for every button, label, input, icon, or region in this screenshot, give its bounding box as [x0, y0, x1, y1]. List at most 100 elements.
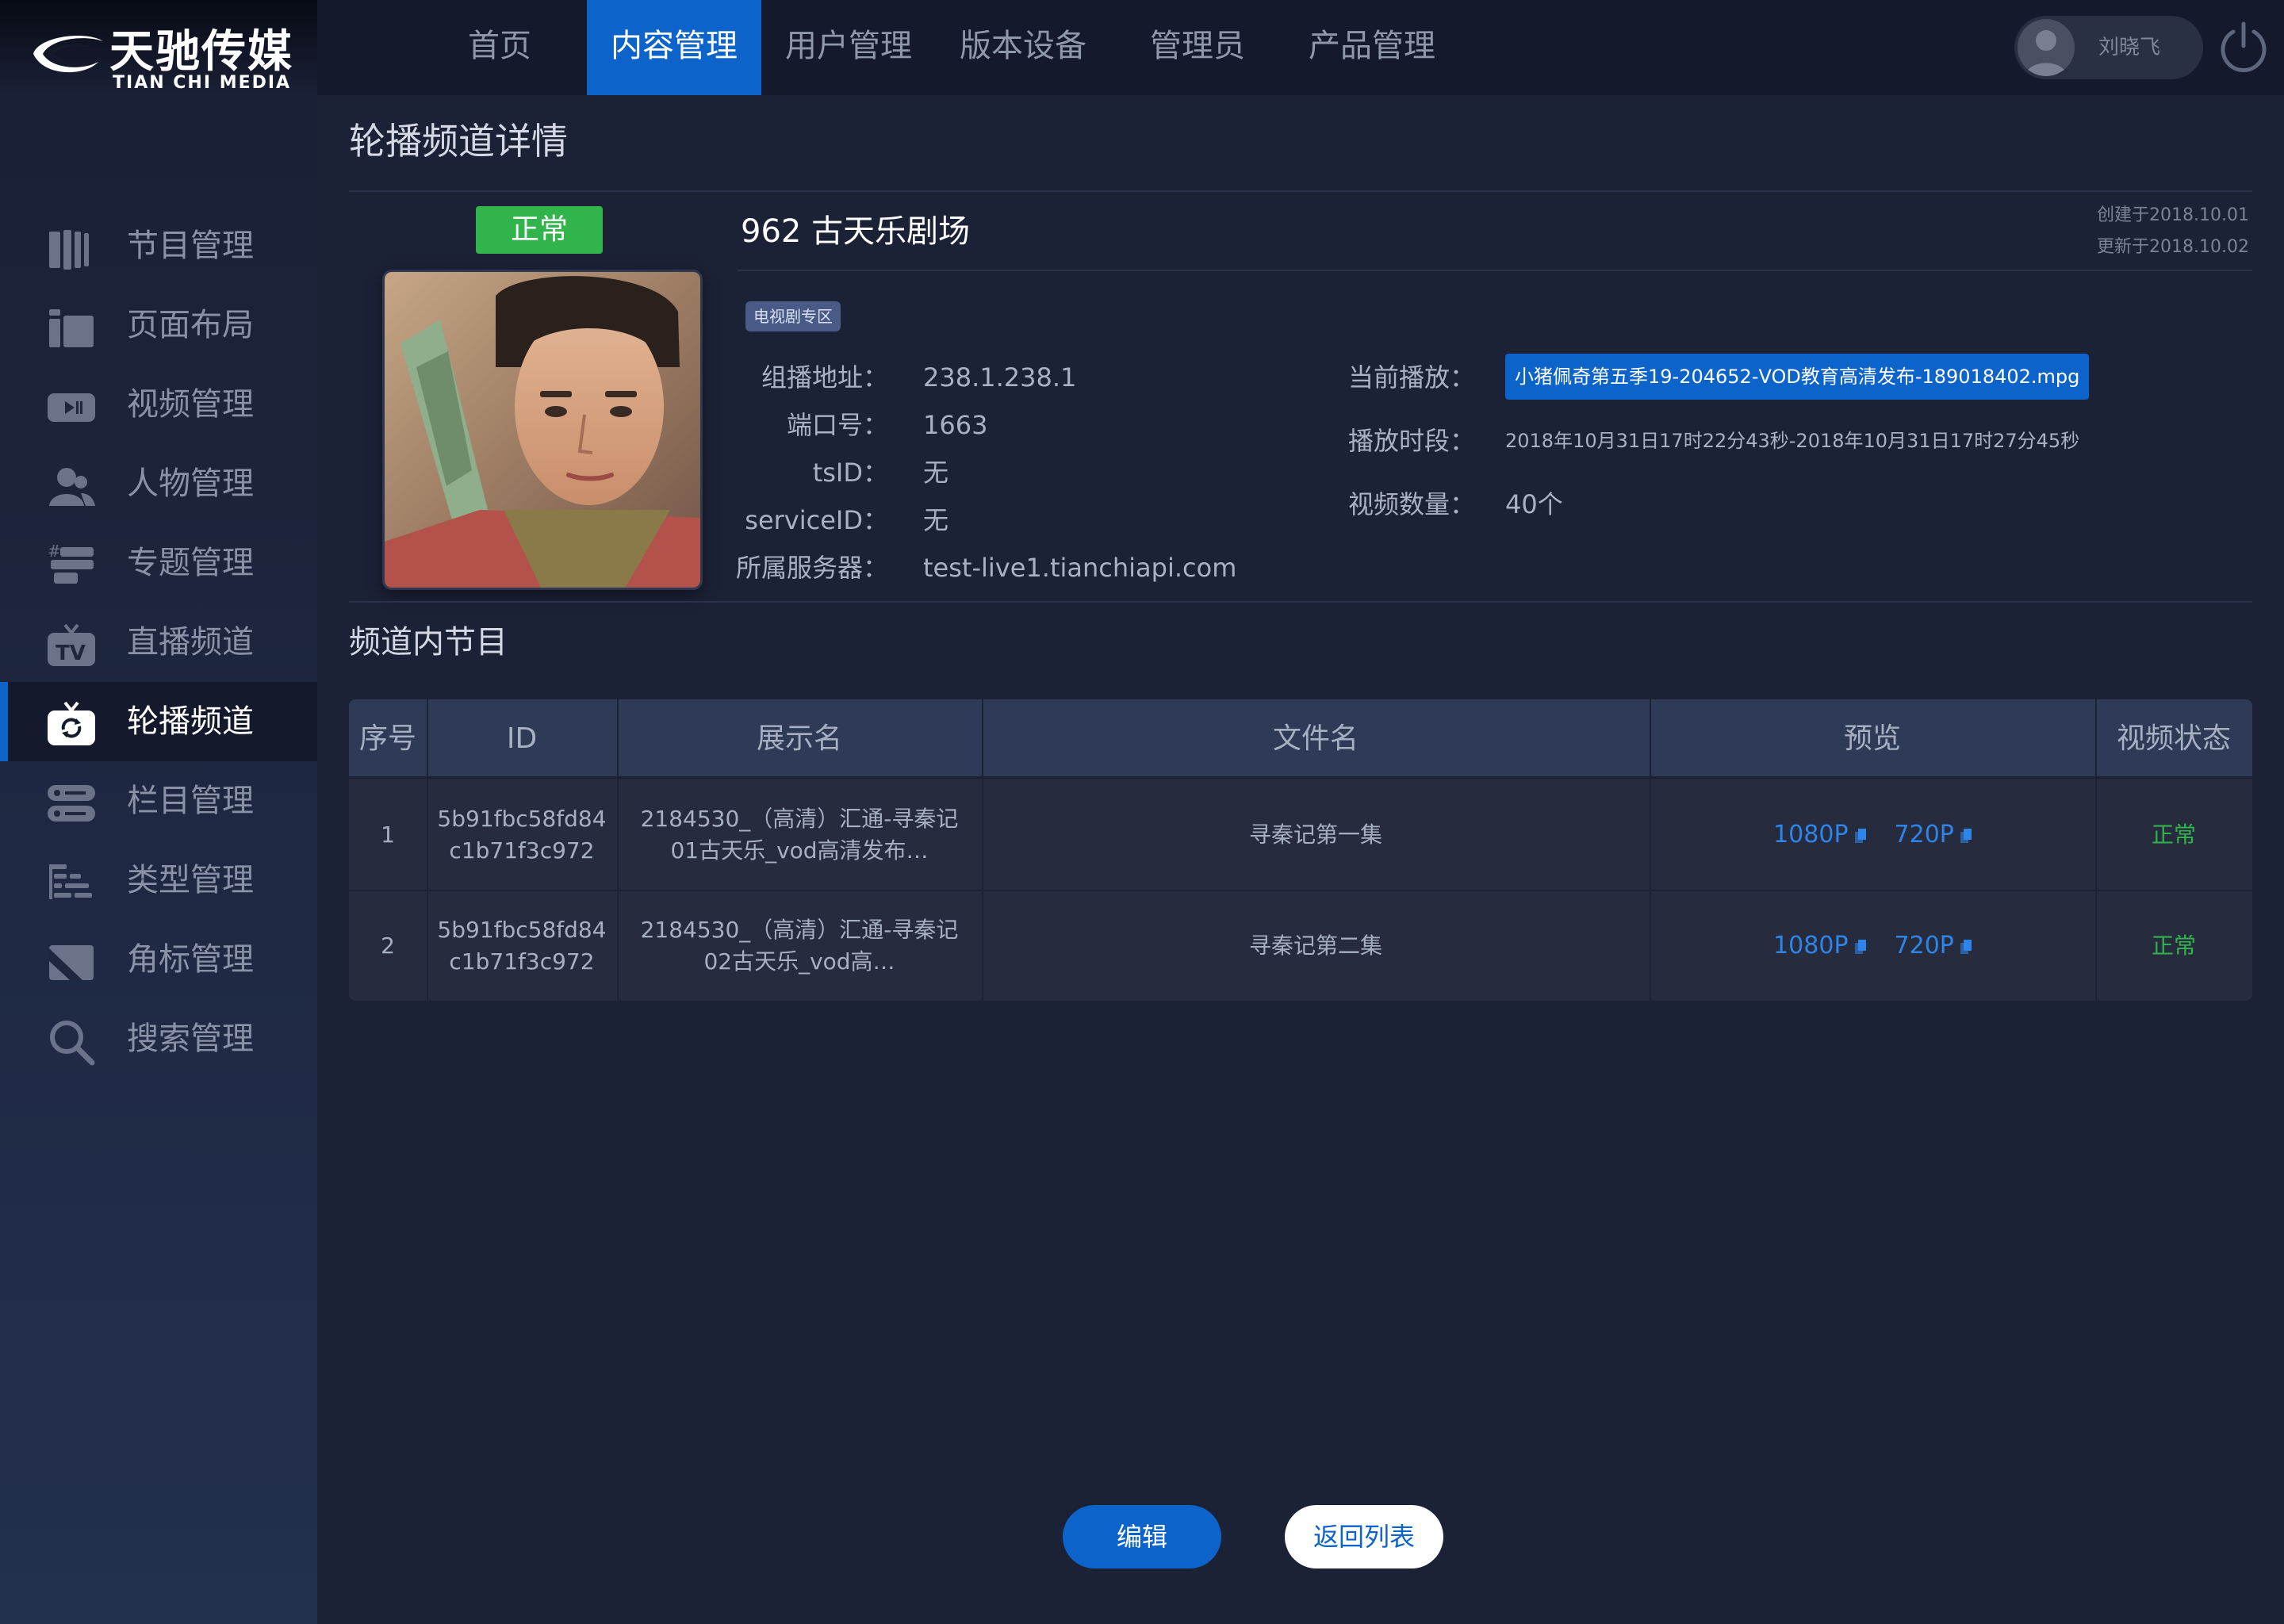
cell-id-line: c1b71f3c972 — [449, 837, 595, 864]
brand-logo[interactable]: 天驰传媒 TIAN CHI MEDIA — [0, 0, 317, 95]
port-value: 1663 — [923, 410, 988, 440]
table-row: 1 5b91fbc58fd84 c1b71f3c972 2184530_（高清）… — [349, 780, 2252, 891]
type-icon — [49, 864, 92, 899]
brand-name-cn: 天驰传媒 — [109, 26, 293, 78]
tsid-value: 无 — [923, 458, 949, 488]
sidebar-item-video[interactable]: 视频管理 — [0, 365, 317, 444]
status-ok-label: 正常 — [2151, 822, 2196, 848]
multicast-address-label: 组播地址： — [761, 362, 888, 393]
topic-icon: # — [48, 542, 94, 584]
table-row: 2 5b91fbc58fd84 c1b71f3c972 2184530_（高清）… — [349, 890, 2252, 1001]
sidebar-item-topics[interactable]: # 专题管理 — [0, 523, 317, 603]
divider — [349, 601, 2252, 603]
nav-product-management[interactable]: 产品管理 — [1293, 0, 1451, 95]
sidebar-item-types[interactable]: 类型管理 — [0, 841, 317, 920]
sidebar-item-carousel-channel[interactable]: 轮播频道 — [0, 682, 317, 761]
preview-1080p-label: 1080P — [1773, 821, 1849, 848]
carousel-tv-icon — [48, 701, 95, 745]
cell-display-line: 02古天乐_vod高… — [703, 948, 895, 975]
category-tag: 电视剧专区 — [745, 301, 841, 331]
sidebar-item-label: 轮播频道 — [127, 703, 254, 740]
sidebar-item-live-channel[interactable]: TV 直播频道 — [0, 603, 317, 682]
copy-icon — [1960, 828, 1972, 843]
column-header-preview: 预览 — [1843, 722, 1901, 755]
sidebar-item-label: 直播频道 — [127, 624, 254, 661]
cell-status: 正常 — [2095, 780, 2252, 890]
tv-icon: TV — [48, 623, 95, 666]
server-label: 所属服务器： — [735, 553, 888, 583]
cell-display-line: 2184530_（高清）汇通-寻秦记 — [640, 806, 959, 832]
divider — [349, 190, 2252, 192]
preview-720p-label: 720P — [1894, 932, 1954, 959]
column-divider — [982, 699, 983, 1001]
current-play-value[interactable]: 小猪佩奇第五季19-204652-VOD教育高清发布-189018402.mpg — [1505, 354, 2090, 400]
cell-filename: 寻秦记第二集 — [1248, 933, 1382, 959]
cell-id: 5b91fbc58fd84 c1b71f3c972 — [427, 780, 617, 890]
column-divider — [1650, 699, 1651, 1001]
sidebar-item-programs[interactable]: 节目管理 — [0, 206, 317, 285]
sidebar: 节目管理 页面布局 视频管理 人物管理 # 专题管理 TV 直播频道 轮播频道 … — [0, 95, 317, 1624]
tsid-label: tsID： — [812, 458, 888, 488]
search-icon — [50, 1021, 95, 1066]
section-title: 频道内节目 — [349, 624, 508, 661]
nav-administrators[interactable]: 管理员 — [1126, 0, 1269, 95]
nav-content-management[interactable]: 内容管理 — [587, 0, 761, 95]
cell-index: 1 — [381, 822, 395, 848]
user-menu[interactable]: 刘晓飞 — [2014, 16, 2203, 79]
sidebar-item-label: 人物管理 — [127, 465, 254, 502]
cell-display-line: 2184530_（高清）汇通-寻秦记 — [640, 917, 959, 943]
copy-icon — [1854, 939, 1866, 954]
status-ok-label: 正常 — [2151, 933, 2196, 959]
column-header-display-name: 展示名 — [756, 722, 842, 755]
cell-id: 5b91fbc58fd84 c1b71f3c972 — [427, 891, 617, 1001]
brand-name-en: TIAN CHI MEDIA — [113, 73, 292, 93]
server-value: test-live1.tianchiapi.com — [923, 553, 1237, 583]
nav-version-devices[interactable]: 版本设备 — [944, 0, 1102, 95]
cell-display-name: 2184530_（高清）汇通-寻秦记 01古天乐_vod高清发布… — [617, 780, 982, 890]
column-divider — [2095, 699, 2097, 1001]
sidebar-item-columns[interactable]: 栏目管理 — [0, 761, 317, 841]
sidebar-item-page-layout[interactable]: 页面布局 — [0, 285, 317, 365]
logo-mark-icon — [33, 36, 103, 73]
top-bar: 天驰传媒 TIAN CHI MEDIA 首页 内容管理 用户管理 版本设备 管理… — [0, 0, 2284, 95]
power-icon[interactable] — [2217, 21, 2270, 73]
sidebar-item-label: 专题管理 — [127, 545, 254, 581]
column-header-index: 序号 — [358, 722, 416, 755]
play-time-label: 播放时段： — [1347, 426, 1475, 456]
preview-1080p-link[interactable]: 1080P — [1773, 819, 1866, 851]
sidebar-item-corner-badges[interactable]: 角标管理 — [0, 920, 317, 999]
nav-user-management[interactable]: 用户管理 — [769, 0, 928, 95]
cell-filename: 寻秦记第一集 — [1248, 822, 1382, 848]
table-header: 序号 ID 展示名 文件名 预览 视频状态 — [349, 699, 2252, 779]
edit-button[interactable]: 编辑 — [1063, 1505, 1221, 1568]
cell-preview: 1080P 720P — [1650, 891, 2095, 1001]
copy-icon — [1854, 828, 1866, 843]
svg-text:#: # — [48, 542, 61, 561]
column-divider — [427, 699, 428, 1001]
current-play-label: 当前播放： — [1347, 362, 1475, 393]
sidebar-item-people[interactable]: 人物管理 — [0, 444, 317, 523]
sidebar-item-label: 栏目管理 — [127, 783, 254, 819]
sidebar-item-label: 节目管理 — [127, 228, 254, 264]
svg-text:TV: TV — [56, 642, 86, 665]
divider — [738, 270, 2252, 271]
sidebar-item-label: 角标管理 — [127, 941, 254, 978]
user-name: 刘晓飞 — [2098, 36, 2161, 59]
play-time-value: 2018年10月31日17时22分43秒-2018年10月31日17时27分45… — [1505, 430, 2080, 452]
programs-table: 序号 ID 展示名 文件名 预览 视频状态 1 5b91fbc58fd84 c1… — [349, 699, 2252, 1001]
preview-1080p-link[interactable]: 1080P — [1773, 930, 1866, 962]
preview-720p-link[interactable]: 720P — [1895, 819, 1972, 851]
back-to-list-button[interactable]: 返回列表 — [1285, 1505, 1443, 1568]
sidebar-item-search[interactable]: 搜索管理 — [0, 999, 317, 1078]
column-header-status: 视频状态 — [2116, 722, 2231, 755]
serviceid-label: serviceID： — [745, 505, 888, 535]
preview-720p-link[interactable]: 720P — [1895, 930, 1972, 962]
cell-id-line: 5b91fbc58fd84 — [437, 806, 607, 832]
cell-preview: 1080P 720P — [1650, 780, 2095, 890]
column-divider — [617, 699, 619, 1001]
cell-status: 正常 — [2095, 891, 2252, 1001]
serviceid-value: 无 — [923, 505, 949, 535]
column-icon — [48, 785, 95, 822]
copy-icon — [1960, 939, 1972, 954]
nav-home[interactable]: 首页 — [452, 0, 547, 95]
